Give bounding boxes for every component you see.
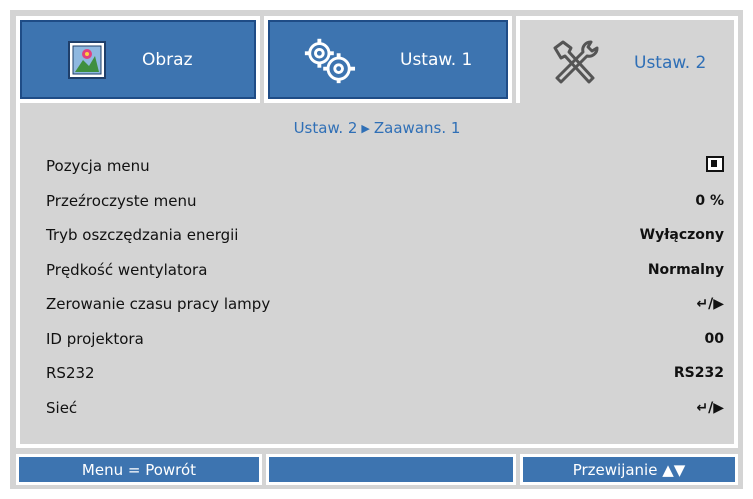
tab-obraz[interactable]: Obraz: [16, 16, 260, 103]
right-triangle-icon: ▶: [361, 121, 370, 135]
menu-item-rs232[interactable]: RS232 RS232: [46, 356, 724, 391]
back-hint-button[interactable]: Menu = Powrót: [16, 454, 262, 485]
menu-item-predkosc-wentylatora[interactable]: Prędkość wentylatora Normalny: [46, 253, 724, 288]
tab-label: Ustaw. 1: [400, 49, 473, 70]
menu-item-label: ID projektora: [46, 329, 144, 348]
menu-position-icon: [706, 156, 724, 173]
tools-icon: [548, 36, 602, 90]
breadcrumb-parent: Ustaw. 2: [293, 119, 358, 137]
menu-item-przezroczyste-menu[interactable]: Przeźroczyste menu 0 %: [46, 184, 724, 219]
menu-item-pozycja-menu[interactable]: Pozycja menu: [46, 149, 724, 184]
breadcrumb: Ustaw. 2 ▶ Zaawans. 1: [20, 119, 734, 137]
picture-icon: [60, 33, 114, 87]
menu-item-siec[interactable]: Sieć ↵/▶: [46, 391, 724, 426]
menu-item-value: 00: [704, 330, 724, 347]
tab-label: Ustaw. 2: [634, 53, 707, 73]
menu-item-id-projektora[interactable]: ID projektora 00: [46, 322, 724, 357]
breadcrumb-current: Zaawans. 1: [373, 119, 461, 137]
gears-icon: [302, 33, 356, 87]
menu-item-label: Prędkość wentylatora: [46, 260, 208, 279]
enter-arrow-icon: ↵/▶: [696, 399, 724, 416]
menu-item-value: Normalny: [647, 261, 724, 278]
menu-item-value: RS232: [673, 365, 724, 382]
menu-item-tryb-oszczedzania[interactable]: Tryb oszczędzania energii Wyłączony: [46, 218, 724, 253]
menu-item-value: [684, 156, 724, 176]
tab-label: Obraz: [142, 49, 193, 70]
settings-panel: Ustaw. 2 ▶ Zaawans. 1 Pozycja menu Przeź…: [16, 103, 738, 448]
menu-item-label: Tryb oszczędzania energii: [46, 226, 239, 245]
scroll-hint-button[interactable]: Przewijanie ▲▼: [520, 454, 738, 485]
menu-item-label: Przeźroczyste menu: [46, 191, 197, 210]
tab-ustaw-1[interactable]: Ustaw. 1: [264, 16, 512, 103]
enter-arrow-icon: ↵/▶: [696, 296, 724, 313]
menu-item-value: Wyłączony: [639, 227, 724, 244]
menu-item-value: 0 %: [695, 192, 724, 209]
footer-empty-slot: [266, 454, 516, 485]
footer-bar: Menu = Powrót Przewijanie ▲▼: [16, 454, 738, 485]
tab-ustaw-2[interactable]: Ustaw. 2: [516, 16, 738, 106]
menu-item-label: RS232: [46, 364, 95, 383]
menu-item-label: Pozycja menu: [46, 157, 150, 176]
menu-item-label: Zerowanie czasu pracy lampy: [46, 295, 271, 314]
menu-item-label: Sieć: [46, 398, 78, 417]
osd-frame: Obraz Ustaw. 1 Ustaw. 2 Ustaw. 2 ▶ Zaawa…: [10, 10, 743, 489]
projector-osd-menu: Obraz Ustaw. 1 Ustaw. 2 Ustaw. 2 ▶ Zaawa…: [0, 0, 753, 499]
menu-list: Pozycja menu Przeźroczyste menu 0 % Tryb…: [46, 149, 724, 425]
menu-item-zerowanie-lampy[interactable]: Zerowanie czasu pracy lampy ↵/▶: [46, 287, 724, 322]
